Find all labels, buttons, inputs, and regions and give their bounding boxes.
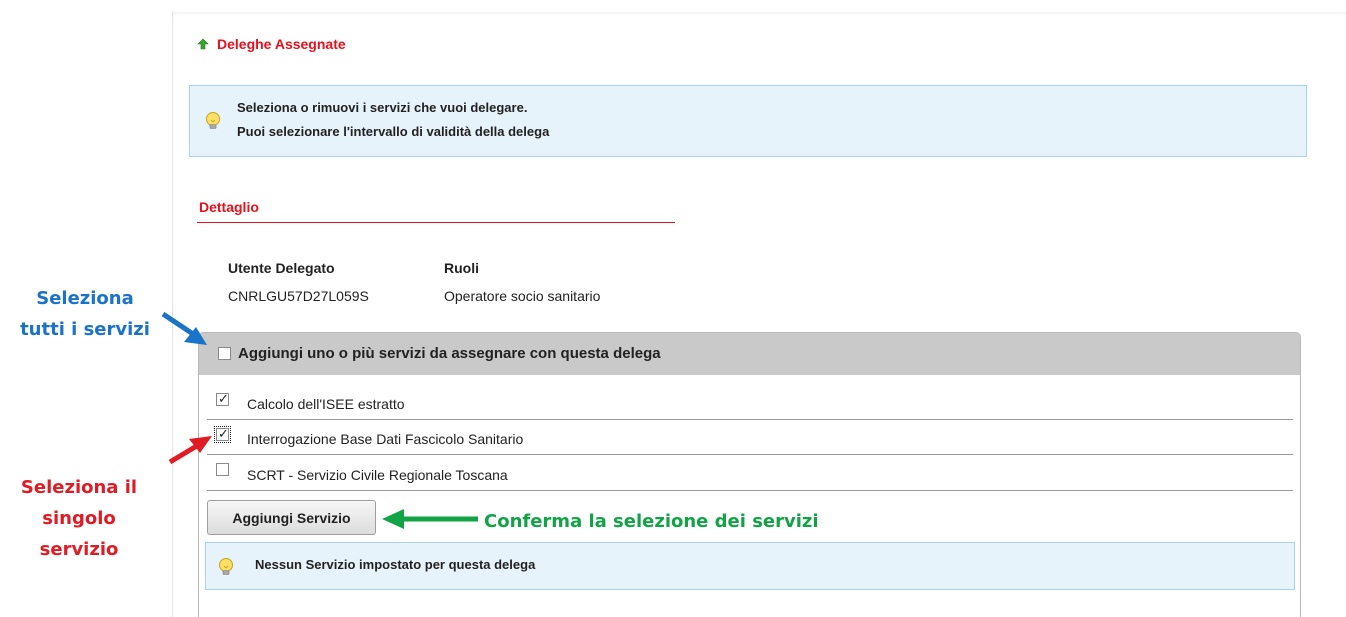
- section-title: Deleghe Assegnate: [217, 36, 346, 52]
- services-header-label: Aggiungi uno o più servizi da assegnare …: [238, 345, 661, 362]
- delegated-user-header: Utente Delegato: [228, 260, 335, 276]
- no-services-message: Nessun Servizio impostato per questa del…: [255, 557, 536, 572]
- delegated-user-value: CNRLGU57D27L059S: [228, 288, 369, 304]
- annotation-select-all-line-1: Seleziona: [36, 288, 134, 309]
- section-header[interactable]: Deleghe Assegnate: [197, 36, 346, 52]
- service-checkbox-fascicolo[interactable]: ✓: [214, 426, 231, 443]
- select-all-checkbox[interactable]: [218, 347, 231, 360]
- info-text-line-2: Puoi selezionare l'intervallo di validit…: [237, 124, 550, 139]
- up-arrow-icon: [197, 38, 209, 50]
- service-label-scrt: SCRT - Servizio Civile Regionale Toscana: [247, 467, 508, 483]
- annotation-select-single-line-2: singolo: [42, 508, 116, 529]
- lightbulb-icon: [219, 558, 233, 575]
- check-icon: ✓: [218, 391, 229, 406]
- annotation-select-all: Seleziona tutti i servizi: [0, 283, 170, 345]
- service-checkbox-scrt[interactable]: [216, 463, 229, 476]
- annotation-confirm: Conferma la selezione dei servizi: [484, 511, 819, 532]
- check-icon: ✓: [218, 426, 229, 441]
- detail-divider: [197, 222, 675, 223]
- service-divider: [207, 419, 1293, 420]
- service-checkbox-isee[interactable]: ✓: [216, 391, 229, 406]
- service-label-isee: Calcolo dell'ISEE estratto: [247, 396, 405, 412]
- lightbulb-icon: [206, 112, 220, 129]
- annotation-select-single-line-3: servizio: [39, 539, 119, 560]
- no-services-message-box: Nessun Servizio impostato per questa del…: [205, 542, 1295, 590]
- info-box: Seleziona o rimuovi i servizi che vuoi d…: [189, 85, 1307, 157]
- services-header: Aggiungi uno o più servizi da assegnare …: [199, 333, 1300, 375]
- detail-title: Dettaglio: [199, 199, 259, 215]
- info-text-line-1: Seleziona o rimuovi i servizi che vuoi d…: [237, 100, 528, 115]
- service-label-fascicolo: Interrogazione Base Dati Fascicolo Sanit…: [247, 431, 524, 447]
- roles-value: Operatore socio sanitario: [444, 288, 601, 304]
- annotation-select-all-line-2: tutti i servizi: [20, 319, 150, 340]
- annotation-select-single-line-1: Seleziona il: [20, 477, 138, 498]
- roles-header: Ruoli: [444, 260, 479, 276]
- service-divider: [207, 490, 1293, 491]
- add-service-button[interactable]: Aggiungi Servizio: [207, 500, 376, 535]
- annotation-select-single: Seleziona il singolo servizio: [0, 472, 158, 565]
- service-divider: [207, 454, 1293, 455]
